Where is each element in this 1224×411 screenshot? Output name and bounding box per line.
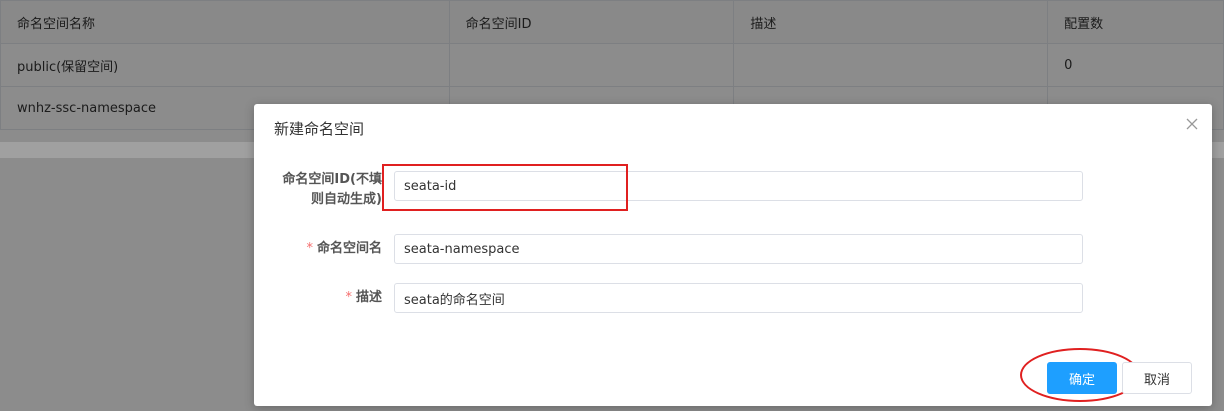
namespace-id-label-line1: 命名空间ID(不填 <box>282 172 382 187</box>
cancel-button[interactable]: 取消 <box>1122 362 1192 394</box>
confirm-button[interactable]: 确定 <box>1047 362 1117 394</box>
namespace-name-input[interactable] <box>394 234 1083 264</box>
description-label-text: 描述 <box>355 290 382 305</box>
dialog-title: 新建命名空间 <box>274 120 365 138</box>
namespace-id-label-line2: 则自动生成) <box>311 192 382 207</box>
close-icon[interactable] <box>1184 116 1200 132</box>
namespace-id-label: 命名空间ID(不填 则自动生成) <box>272 170 382 210</box>
new-namespace-dialog: 新建命名空间 命名空间ID(不填 则自动生成) *命名空间名 *描述 确定 取消 <box>254 104 1212 406</box>
namespace-id-input[interactable] <box>394 171 1083 201</box>
required-mark: * <box>306 241 313 256</box>
description-input[interactable] <box>394 283 1083 313</box>
description-label: * 描述 <box>345 288 382 308</box>
required-mark: * <box>345 290 352 305</box>
namespace-name-label: * 命名空间名 <box>306 239 382 259</box>
namespace-name-label-text: 命名空间名 <box>316 241 382 256</box>
